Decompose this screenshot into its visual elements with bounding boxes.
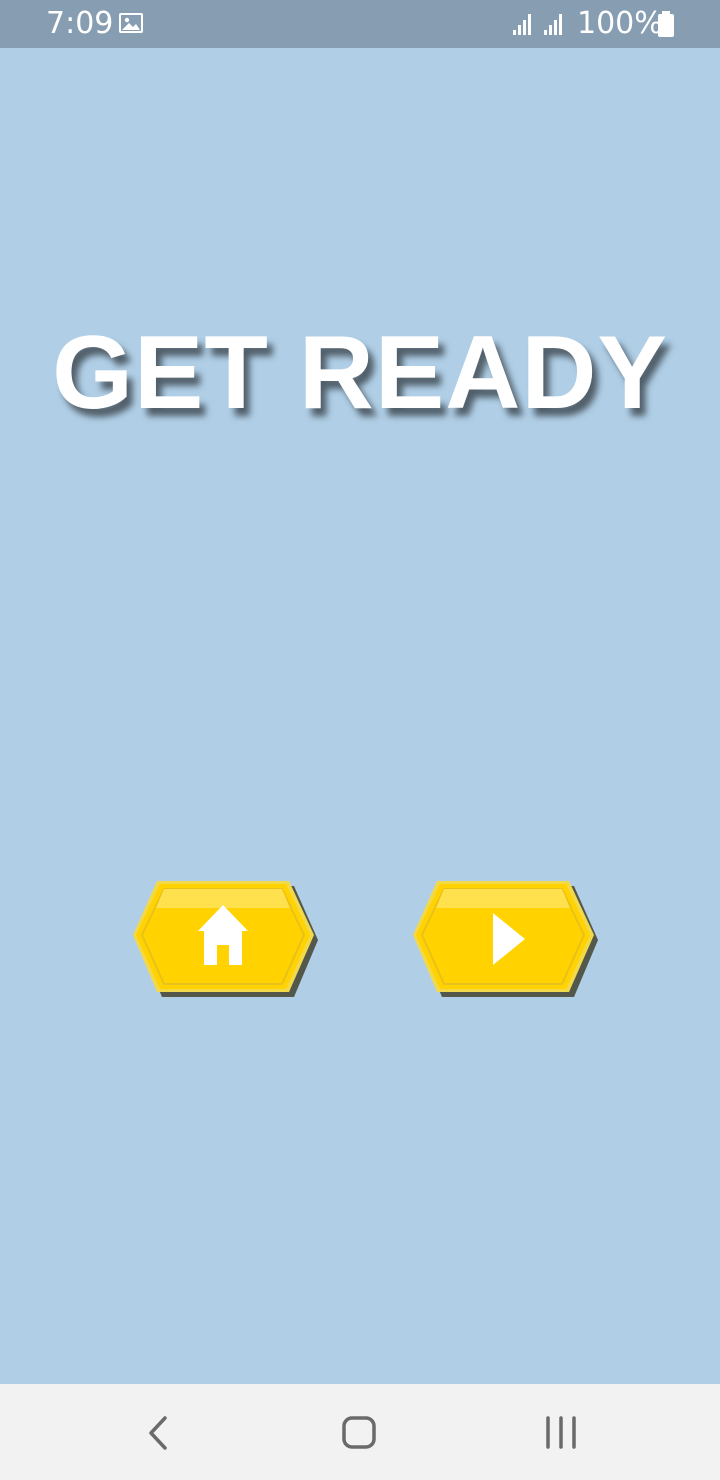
gallery-icon: [118, 12, 144, 34]
back-icon: [149, 1416, 167, 1450]
play-button[interactable]: [410, 878, 600, 1000]
recents-button[interactable]: [541, 1412, 581, 1452]
game-screen: GET READY: [0, 48, 720, 1384]
back-button[interactable]: [140, 1412, 180, 1452]
get-ready-title: GET READY: [52, 315, 668, 431]
signal-icon: [511, 12, 535, 36]
battery-percent: 100%: [577, 6, 663, 41]
battery-icon: [657, 11, 675, 37]
home-button[interactable]: [130, 878, 320, 1000]
status-time: 7:09: [46, 6, 114, 41]
home-nav-button[interactable]: [339, 1412, 379, 1452]
navigation-bar: [0, 1384, 720, 1480]
status-bar: 7:09 100%: [0, 0, 720, 48]
recents-icon: [546, 1416, 576, 1449]
signal-icon: [542, 12, 566, 36]
home-icon: [342, 1416, 376, 1449]
